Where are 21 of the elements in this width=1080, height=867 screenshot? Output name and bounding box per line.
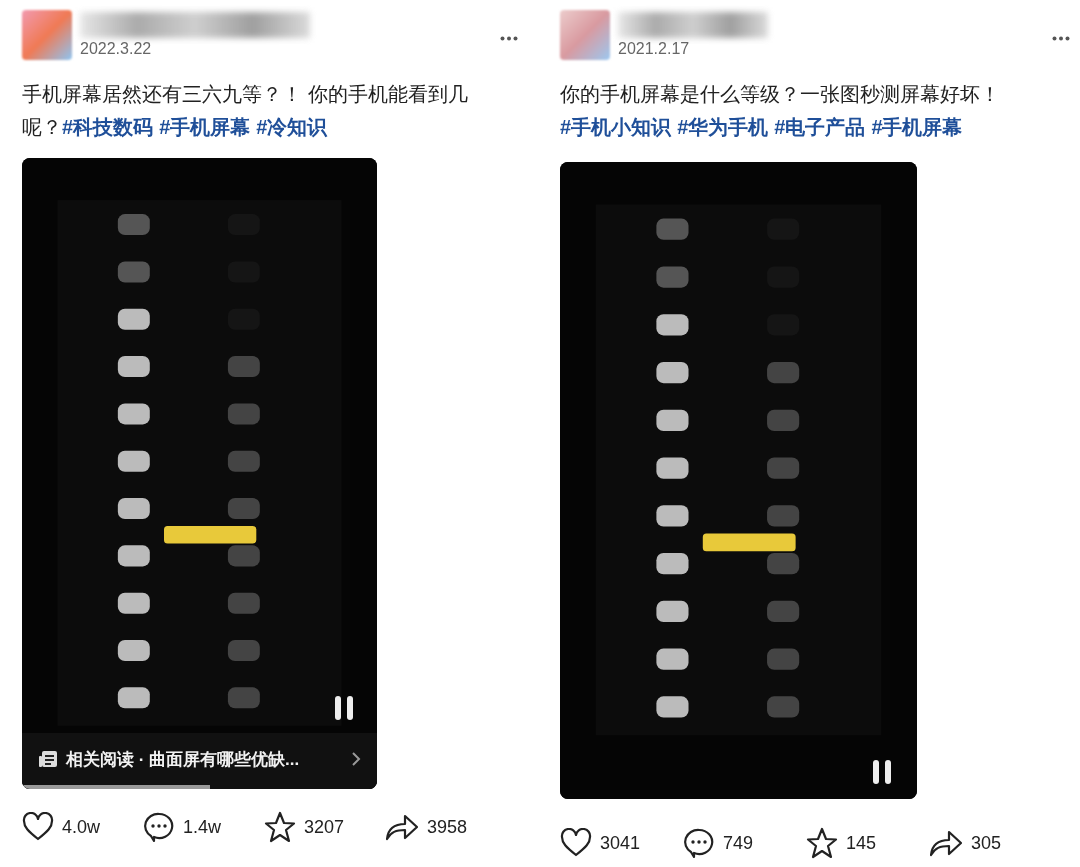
action-count: 3041 (600, 832, 641, 854)
action-count: 305 (971, 832, 1002, 854)
hashtag-link[interactable]: #电子产品 (774, 116, 866, 138)
hashtag-link[interactable]: #手机小知识 (560, 116, 672, 138)
action-count: 749 (723, 832, 754, 854)
action-count: 145 (846, 832, 877, 854)
post-text: 手机屏幕居然还有三六九等？！ 你的手机能看到几呢？#科技数码 #手机屏幕 #冷知识 (22, 82, 469, 140)
related-reading-bar[interactable]: 相关阅读 · 曲面屏有哪些优缺... (22, 733, 377, 785)
action-count: 4.0w (62, 816, 101, 838)
action-count: 1.4w (183, 816, 222, 838)
action-count: 3958 (427, 816, 468, 838)
hashtag-link[interactable]: #科技数码 (62, 116, 154, 138)
post-date: 2022.3.22 (80, 40, 152, 58)
related-reading-title: 相关阅读 · 曲面屏有哪些优缺... (66, 748, 301, 771)
hashtag-link[interactable]: #冷知识 (256, 116, 328, 138)
action-count: 3207 (304, 816, 345, 838)
hashtag-link[interactable]: #华为手机 (677, 116, 769, 138)
hashtag-link[interactable]: #手机屏幕 (871, 116, 963, 138)
post-text: 你的手机屏幕是什么等级？一张图秒测屏幕好坏！ #手机小知识 #华为手机 #电子产品 #手机屏幕 (560, 82, 1001, 140)
hashtag-link[interactable]: #手机屏幕 (159, 116, 251, 138)
post-date: 2021.2.17 (618, 40, 690, 58)
